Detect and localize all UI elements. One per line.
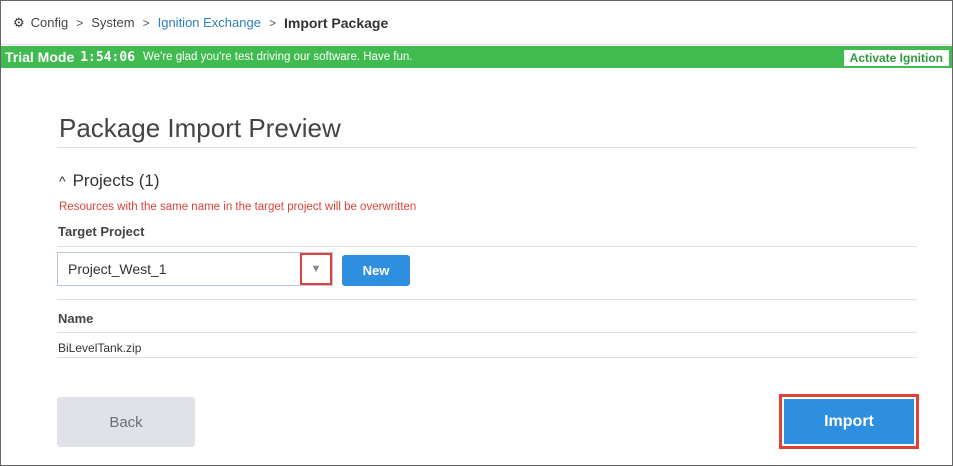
trial-banner: Trial Mode 1:54:06 We're glad you're tes… xyxy=(1,46,952,68)
overwrite-warning: Resources with the same name in the targ… xyxy=(59,201,417,213)
breadcrumb: ⚙ Config > System > Ignition Exchange > … xyxy=(1,1,952,45)
breadcrumb-separator: > xyxy=(76,15,84,30)
breadcrumb-config[interactable]: Config xyxy=(31,15,69,30)
breadcrumb-system[interactable]: System xyxy=(91,15,134,30)
new-project-button[interactable]: New xyxy=(342,255,410,286)
breadcrumb-separator: > xyxy=(142,15,150,30)
list-item: BiLevelTank.zip xyxy=(58,341,142,355)
target-project-label: Target Project xyxy=(58,224,145,239)
trial-timer: 1:54:06 xyxy=(80,49,136,65)
divider xyxy=(57,332,917,333)
back-button[interactable]: Back xyxy=(57,397,195,447)
trial-message: We're glad you're test driving our softw… xyxy=(143,51,413,63)
breadcrumb-current: Import Package xyxy=(283,14,389,31)
projects-heading: Projects (1) xyxy=(72,171,160,190)
title-divider xyxy=(57,147,917,148)
target-project-select[interactable]: Project_West_1 ▼ xyxy=(57,252,333,286)
chevron-up-icon: ^ xyxy=(59,173,66,189)
chevron-down-icon[interactable]: ▼ xyxy=(300,253,332,285)
trial-mode-label: Trial Mode xyxy=(5,49,75,65)
import-button-highlight: Import xyxy=(779,394,919,449)
target-project-value: Project_West_1 xyxy=(68,261,167,277)
divider xyxy=(57,246,917,247)
page-title: Package Import Preview xyxy=(59,113,341,143)
import-button[interactable]: Import xyxy=(784,399,914,444)
activate-ignition-button[interactable]: Activate Ignition xyxy=(842,49,950,67)
gear-icon: ⚙ xyxy=(13,14,25,30)
projects-section-toggle[interactable]: ^ Projects (1) xyxy=(59,171,160,191)
page-frame: ⚙ Config > System > Ignition Exchange > … xyxy=(0,0,953,466)
name-column-header: Name xyxy=(58,311,94,326)
breadcrumb-ignition-exchange[interactable]: Ignition Exchange xyxy=(158,15,261,30)
divider xyxy=(57,299,917,300)
divider xyxy=(57,357,917,358)
breadcrumb-separator: > xyxy=(268,15,276,30)
